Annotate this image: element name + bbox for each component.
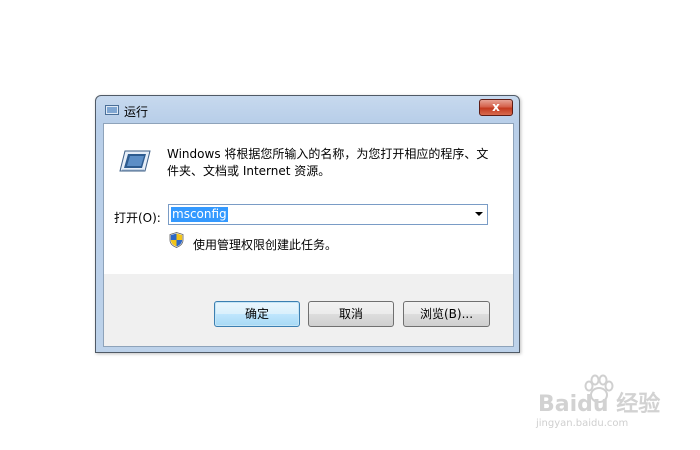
ok-button[interactable]: 确定 — [214, 301, 300, 327]
close-button[interactable]: x — [479, 99, 513, 116]
admin-privilege-note: 使用管理权限创建此任务。 — [193, 238, 338, 252]
watermark-url: jingyan.baidu.com — [536, 418, 629, 429]
dialog-description: Windows 将根据您所输入的名称，为您打开相应的程序、文件夹、文档或 Int… — [167, 147, 489, 178]
dialog-body: Windows 将根据您所输入的名称，为您打开相应的程序、文件夹、文档或 Int… — [103, 123, 514, 347]
close-icon: x — [492, 100, 500, 114]
run-dialog: 运行 x Windows 将根据您所输入的名称，为您打开相应的程序、文件夹、文档… — [95, 95, 520, 353]
open-input[interactable]: msconfig — [171, 207, 228, 222]
uac-shield-icon — [169, 232, 184, 248]
watermark-brand: Baidu 经验 — [538, 392, 661, 417]
chevron-down-icon[interactable] — [475, 212, 483, 216]
browse-button[interactable]: 浏览(B)... — [403, 301, 490, 327]
watermark: Baidu 经验 jingyan.baidu.com — [536, 374, 668, 434]
window-title: 运行 — [124, 105, 149, 119]
open-label: 打开(O): — [114, 211, 161, 225]
open-combobox[interactable]: msconfig — [168, 204, 488, 225]
run-icon — [119, 150, 151, 172]
title-bar[interactable]: 运行 x — [96, 96, 519, 122]
cancel-button[interactable]: 取消 — [308, 301, 394, 327]
run-app-icon — [105, 105, 119, 115]
